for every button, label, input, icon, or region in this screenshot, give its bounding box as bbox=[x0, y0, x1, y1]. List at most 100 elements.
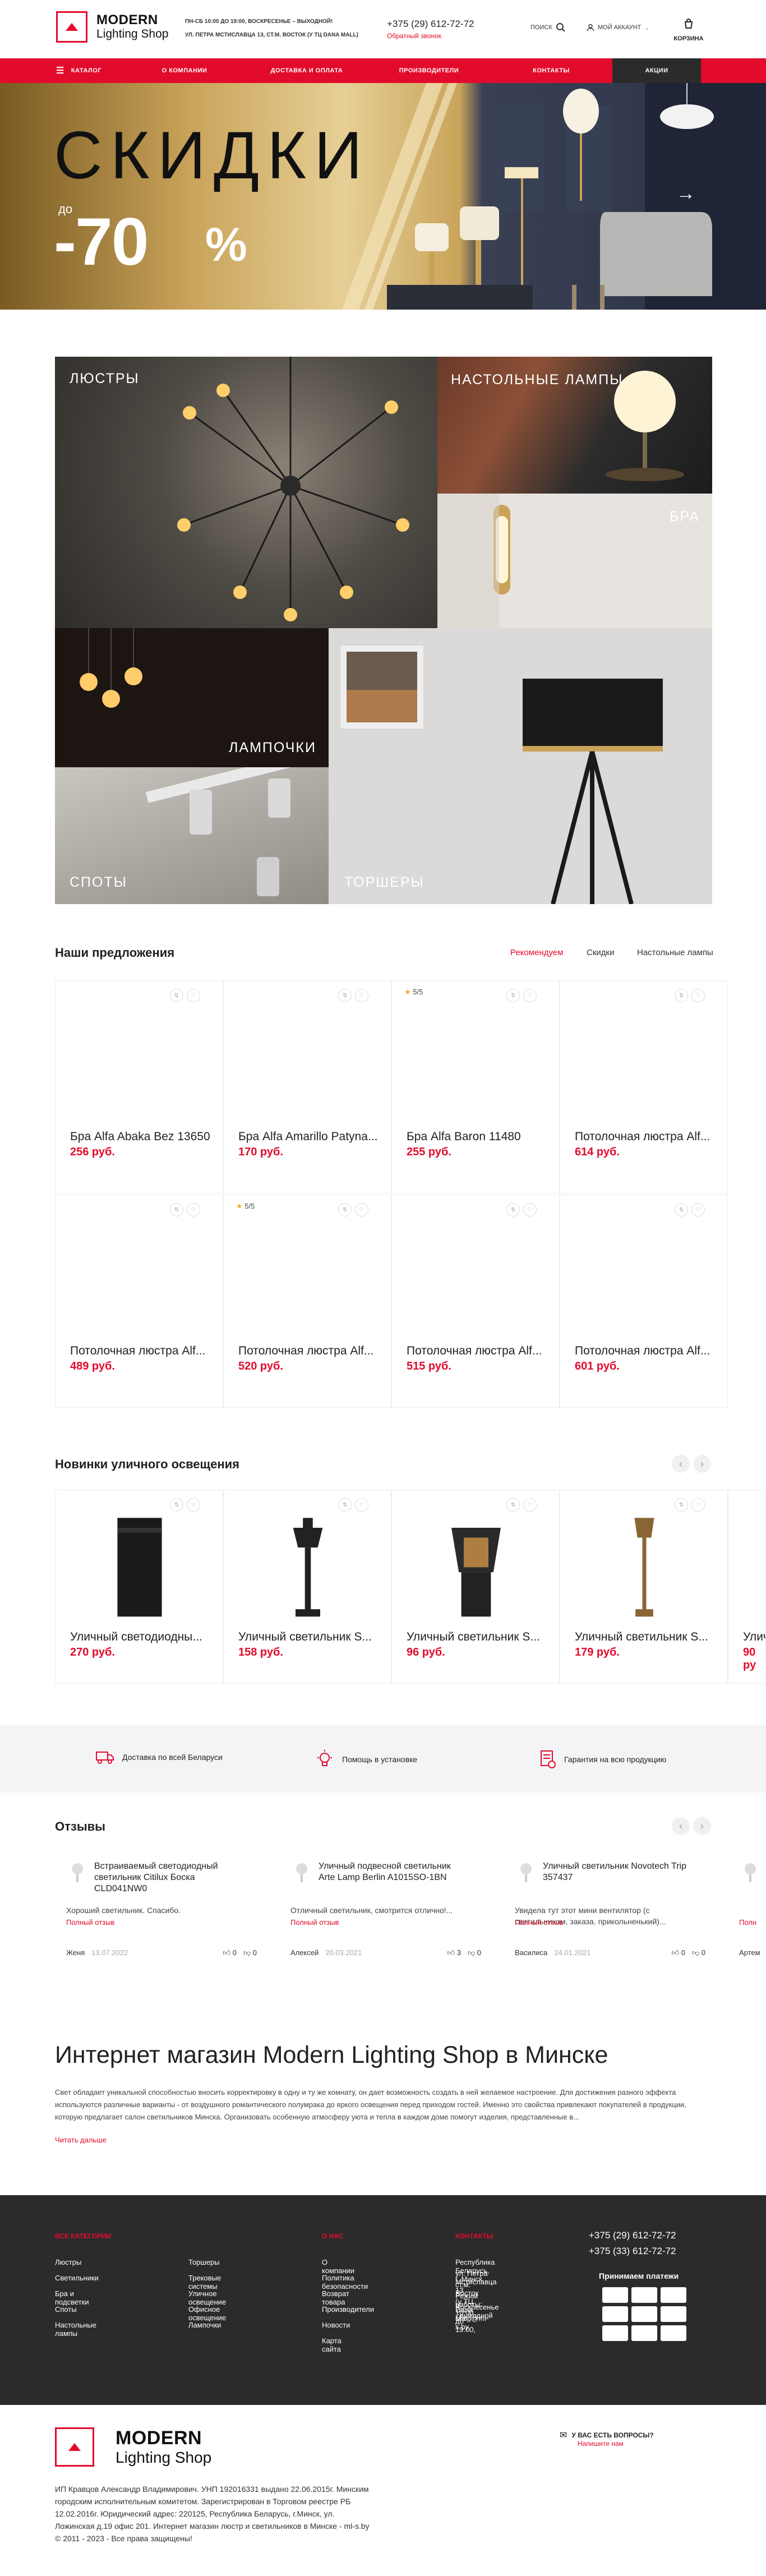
product-card[interactable]: ⇅ ♡ Бра Alfa Amarillo Patyna... 170 руб. bbox=[223, 980, 391, 1193]
product-name[interactable]: Потолочная люстра Alf... bbox=[575, 1344, 716, 1358]
logo-subtitle[interactable]: Lighting Shop bbox=[96, 27, 168, 41]
footer-link[interactable]: Офисное освещение bbox=[188, 2305, 226, 2322]
category-chandeliers[interactable]: Люстры bbox=[55, 357, 437, 628]
compare-icon[interactable]: ⇅ bbox=[506, 1498, 520, 1512]
product-card[interactable]: ★ 5/5 ⇅ ♡ Потолочная люстра Alf... 520 руб. bbox=[223, 1195, 391, 1408]
heart-icon[interactable]: ♡ bbox=[355, 1498, 368, 1512]
like-button[interactable]: 👍︎ 0 bbox=[223, 1948, 237, 1957]
product-card[interactable]: Улич 90 ру bbox=[728, 1490, 766, 1684]
reviews-next-button[interactable]: › bbox=[693, 1817, 711, 1835]
account-button[interactable]: МОЙ АККАУНТ ⌄ bbox=[587, 24, 650, 31]
full-review-link[interactable]: Полный отзыв bbox=[66, 1918, 114, 1927]
logo-title[interactable]: MODERN bbox=[96, 12, 158, 28]
footer-link[interactable]: Новости bbox=[322, 2321, 350, 2329]
footer-link[interactable]: Бра и подсветки bbox=[55, 2289, 89, 2306]
review-product-name[interactable]: Уличный светильник Novotech Trip 357437 bbox=[543, 1861, 689, 1883]
product-name[interactable]: Уличный светильник S... bbox=[575, 1630, 716, 1644]
search-button[interactable]: ПОИСК bbox=[530, 22, 566, 33]
tab-table-lamps[interactable]: Настольные лампы bbox=[637, 948, 713, 957]
category-floor-lamps[interactable]: Торшеры bbox=[329, 628, 712, 904]
footer-logo-title[interactable]: MODERN bbox=[116, 2427, 202, 2449]
product-image[interactable] bbox=[402, 991, 549, 1120]
cart-button[interactable]: КОРЗИНА bbox=[672, 18, 705, 42]
product-image[interactable] bbox=[402, 1205, 549, 1334]
product-card[interactable]: ⇅ ♡ Потолочная люстра Alf... 614 руб. bbox=[560, 980, 728, 1193]
reviews-prev-button[interactable]: ‹ bbox=[672, 1817, 690, 1835]
heart-icon[interactable]: ♡ bbox=[523, 1498, 537, 1512]
heart-icon[interactable]: ♡ bbox=[523, 1203, 537, 1216]
product-name[interactable]: Уличный светильник S... bbox=[238, 1630, 380, 1644]
street-prev-button[interactable]: ‹ bbox=[672, 1455, 690, 1473]
compare-icon[interactable]: ⇅ bbox=[170, 989, 183, 1002]
product-image[interactable] bbox=[66, 1205, 213, 1334]
footer-link[interactable]: Политика безопасности bbox=[322, 2274, 368, 2291]
footer-link[interactable]: Люстры bbox=[55, 2258, 81, 2266]
review-product-name[interactable]: Встраиваемый светодиодный светильник Cit… bbox=[94, 1861, 240, 1895]
heart-icon[interactable]: ♡ bbox=[691, 1203, 705, 1216]
product-card[interactable]: ⇅ ♡ Уличный светодиодны... 270 руб. bbox=[55, 1490, 223, 1684]
product-card[interactable]: ⇅ ♡ Потолочная люстра Alf... 489 руб. bbox=[55, 1195, 223, 1408]
review-product-thumb[interactable] bbox=[290, 1861, 313, 1883]
nav-catalog[interactable]: ☰ Каталог bbox=[0, 58, 123, 83]
product-card[interactable]: ⇅ ♡ Бра Alfa Abaka Bez 13650 256 руб. bbox=[55, 980, 223, 1193]
footer-link[interactable]: Лампочки bbox=[188, 2321, 221, 2329]
nav-sales[interactable]: Акции bbox=[612, 58, 701, 83]
footer-link[interactable]: Настольные лампы bbox=[55, 2321, 96, 2338]
product-image[interactable] bbox=[234, 1500, 381, 1629]
callback-link[interactable]: Обратный звонок bbox=[387, 32, 441, 40]
product-image[interactable] bbox=[234, 991, 381, 1120]
heart-icon[interactable]: ♡ bbox=[355, 1203, 368, 1216]
heart-icon[interactable]: ♡ bbox=[523, 989, 537, 1002]
tab-recommended[interactable]: Рекомендуем bbox=[510, 948, 563, 957]
question-block[interactable]: ✉ У ВАС ЕСТЬ ВОПРОСЫ? bbox=[560, 2430, 654, 2441]
product-card[interactable]: ⇅ ♡ Потолочная люстра Alf... 515 руб. bbox=[391, 1195, 560, 1408]
compare-icon[interactable]: ⇅ bbox=[506, 989, 520, 1002]
compare-icon[interactable]: ⇅ bbox=[170, 1498, 183, 1512]
logo-icon[interactable] bbox=[56, 11, 87, 43]
product-name[interactable]: Улич bbox=[743, 1630, 765, 1644]
nav-brands[interactable]: Производители bbox=[368, 58, 490, 83]
heart-icon[interactable]: ♡ bbox=[691, 989, 705, 1002]
footer-link[interactable]: Споты bbox=[55, 2305, 77, 2314]
product-card[interactable]: ⇅ ♡ Уличный светильник S... 158 руб. bbox=[223, 1490, 391, 1684]
category-bulbs[interactable]: Лампочки bbox=[55, 628, 329, 767]
product-name[interactable]: Потолочная люстра Alf... bbox=[575, 1130, 716, 1144]
footer-phone-1[interactable]: +375 (29) 612-72-72 bbox=[589, 2230, 676, 2241]
product-image[interactable] bbox=[570, 1500, 717, 1629]
street-next-button[interactable]: › bbox=[693, 1455, 711, 1473]
compare-icon[interactable]: ⇅ bbox=[675, 1498, 688, 1512]
product-name[interactable]: Бра Alfa Baron 11480 bbox=[407, 1130, 548, 1144]
hero-banner[interactable]: СКИДКИ до -70 % → bbox=[0, 83, 766, 310]
footer-link[interactable]: Торшеры bbox=[188, 2258, 220, 2266]
footer-link[interactable]: Производители bbox=[322, 2305, 374, 2314]
product-card[interactable]: ★ 5/5 ⇅ ♡ Бра Alfa Baron 11480 255 руб. bbox=[391, 980, 560, 1193]
tab-discounts[interactable]: Скидки bbox=[587, 948, 614, 957]
review-product-name[interactable]: Уличный подвесной светильник Arte Lamp B… bbox=[319, 1861, 464, 1883]
compare-icon[interactable]: ⇅ bbox=[675, 989, 688, 1002]
heart-icon[interactable]: ♡ bbox=[187, 989, 200, 1002]
footer-logo-subtitle[interactable]: Lighting Shop bbox=[116, 2449, 211, 2467]
footer-link[interactable]: Трековые системы bbox=[188, 2274, 221, 2291]
like-button[interactable]: 👍︎ 3 bbox=[447, 1948, 461, 1957]
compare-icon[interactable]: ⇅ bbox=[506, 1203, 520, 1216]
compare-icon[interactable]: ⇅ bbox=[338, 1498, 352, 1512]
footer-link[interactable]: О компании bbox=[322, 2258, 354, 2275]
nav-about[interactable]: О компании bbox=[123, 58, 246, 83]
heart-icon[interactable]: ♡ bbox=[355, 989, 368, 1002]
dislike-button[interactable]: 👎︎ 0 bbox=[243, 1948, 257, 1957]
nav-delivery[interactable]: Доставка и оплата bbox=[246, 58, 368, 83]
compare-icon[interactable]: ⇅ bbox=[338, 1203, 352, 1216]
heart-icon[interactable]: ♡ bbox=[187, 1203, 200, 1216]
full-review-link[interactable]: Полный отзыв bbox=[515, 1918, 563, 1927]
logo-icon[interactable] bbox=[55, 2427, 94, 2467]
review-product-thumb[interactable] bbox=[515, 1861, 537, 1883]
write-us-link[interactable]: Напишите нам bbox=[578, 2440, 624, 2448]
heart-icon[interactable]: ♡ bbox=[691, 1498, 705, 1512]
product-image[interactable] bbox=[66, 991, 213, 1120]
product-card[interactable]: ⇅ ♡ Потолочная люстра Alf... 601 руб. bbox=[560, 1195, 728, 1408]
product-name[interactable]: Бра Alfa Abaka Bez 13650 bbox=[70, 1130, 211, 1144]
product-image[interactable] bbox=[66, 1500, 213, 1629]
review-product-thumb[interactable] bbox=[739, 1861, 762, 1883]
header-phone[interactable]: +375 (29) 612-72-72 bbox=[387, 19, 474, 30]
dislike-button[interactable]: 👎︎ 0 bbox=[468, 1948, 481, 1957]
